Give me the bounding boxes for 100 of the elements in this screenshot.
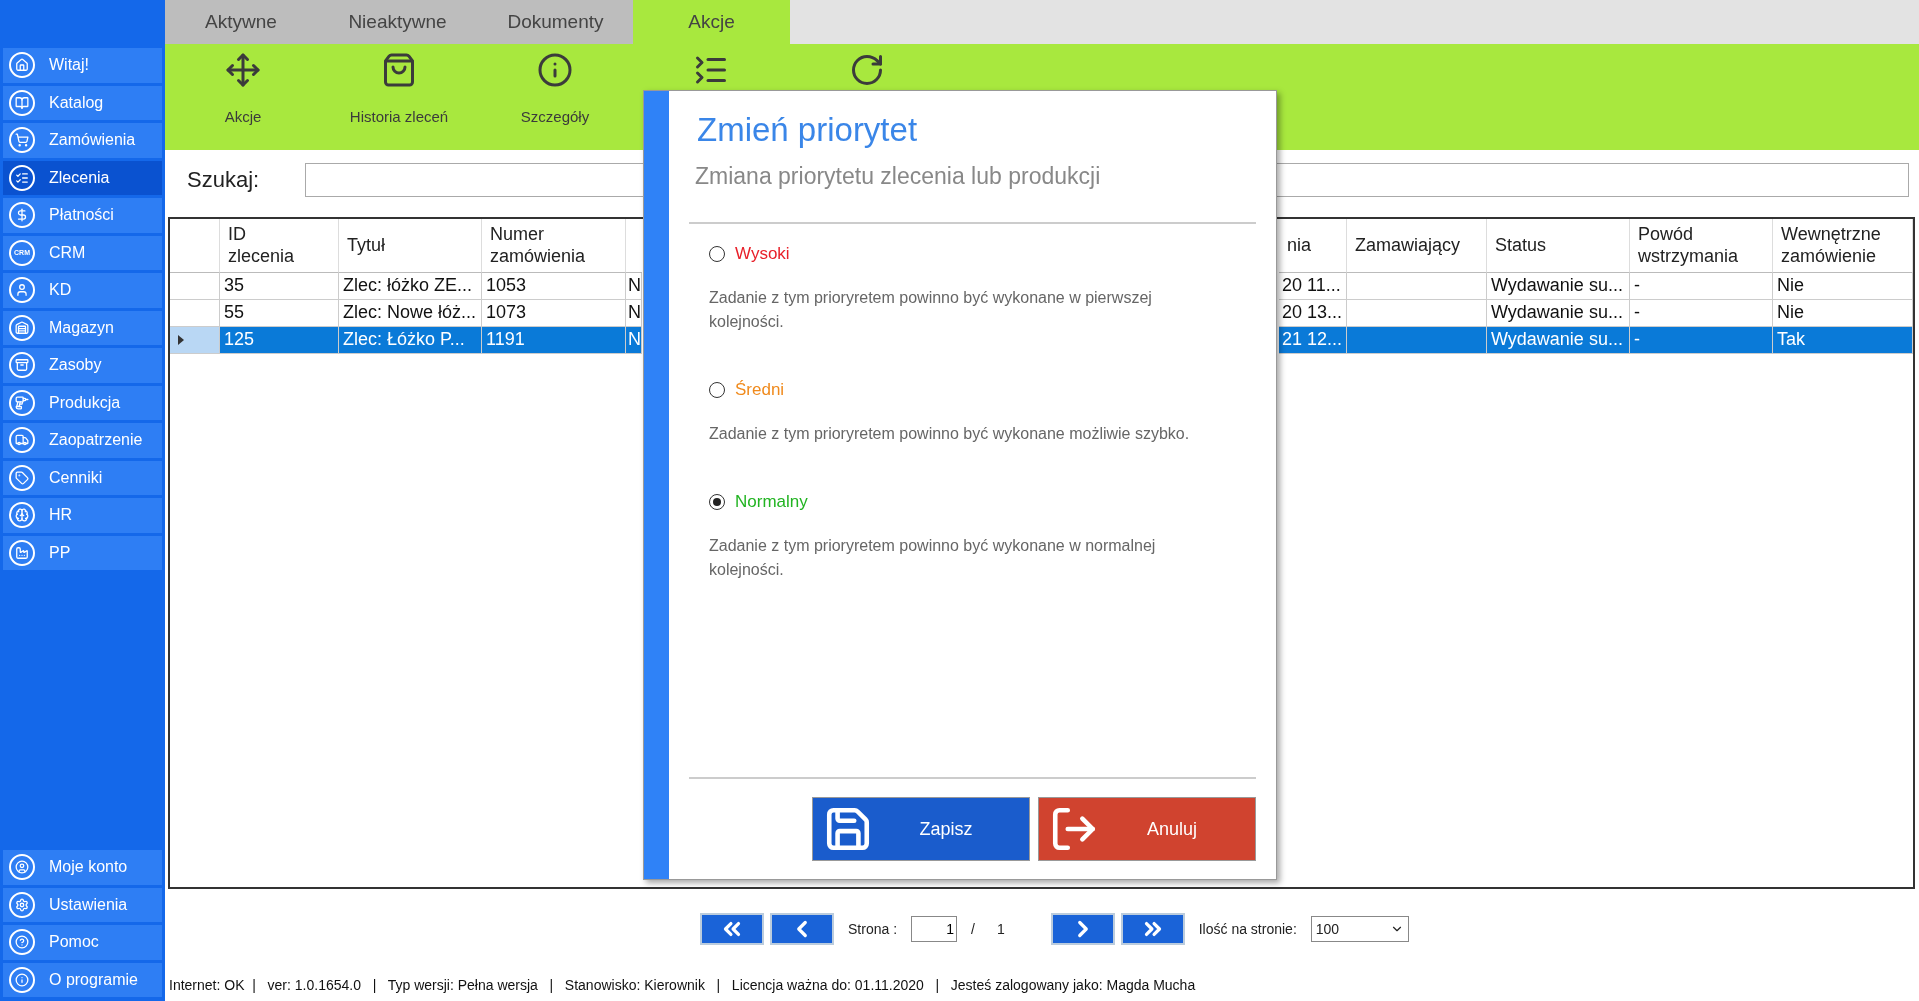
sidebar-item[interactable]: HR xyxy=(3,498,162,533)
per-page-label: Ilość na stronie: xyxy=(1198,921,1297,938)
tag-icon xyxy=(9,464,35,491)
sidebar-item[interactable]: Zamówienia xyxy=(3,123,162,158)
person-icon xyxy=(9,854,35,881)
toolbar-label[interactable]: Akcje xyxy=(224,107,262,125)
home-icon xyxy=(9,52,35,79)
table-cell: Tak xyxy=(1773,326,1913,354)
sidebar-item[interactable]: Moje konto xyxy=(3,850,162,885)
table-cell: N xyxy=(626,272,642,300)
toolbar-label[interactable]: Historia zleceń xyxy=(349,107,449,125)
cart-icon xyxy=(9,127,35,154)
tab[interactable]: Akcje xyxy=(633,0,790,44)
table-cell: Wydawanie su... xyxy=(1487,272,1630,300)
option-label[interactable]: Wysoki xyxy=(735,244,790,264)
table-cell: 35 xyxy=(220,272,339,300)
table-cell: Nie xyxy=(1773,299,1913,327)
sidebar-item[interactable]: Produkcja xyxy=(3,385,162,420)
person-icon xyxy=(9,277,35,304)
column-header: nia xyxy=(1279,218,1347,273)
table-cell: - xyxy=(1630,299,1773,327)
table-cell: 20 11... xyxy=(1279,272,1347,300)
page-total: 1 xyxy=(996,921,1005,938)
table-cell: 1053 xyxy=(482,272,626,300)
page-field[interactable]: 1 xyxy=(911,916,958,943)
table-cell: Zlec: Łóżko P... xyxy=(339,326,482,354)
save-button[interactable]: Zapisz xyxy=(812,797,1030,861)
column-header: Status xyxy=(1487,218,1630,273)
option-description: Zadanie z tym prioryretem powinno być wykonane w normalnej kolejności. xyxy=(709,536,1157,580)
row-header-cell[interactable] xyxy=(170,272,220,300)
column-header: ID zlecenia xyxy=(220,218,339,273)
first-page-button[interactable] xyxy=(700,913,764,946)
sidebar-item[interactable]: O programie xyxy=(3,962,162,997)
arrows-icon[interactable] xyxy=(225,51,261,88)
table-cell: Wydawanie su... xyxy=(1487,326,1630,354)
sidebar-item[interactable]: Pomoc xyxy=(3,925,162,960)
list-icon xyxy=(9,164,35,191)
search-label: Szukaj: xyxy=(187,166,260,193)
table-cell: 1073 xyxy=(482,299,626,327)
table-cell: N xyxy=(626,326,642,354)
sidebar-item[interactable]: Witaj! xyxy=(3,48,162,83)
option-label[interactable]: Normalny xyxy=(735,492,808,512)
sidebar-item[interactable]: Katalog xyxy=(3,85,162,120)
table-cell: Nie xyxy=(1773,272,1913,300)
book-icon xyxy=(9,89,35,116)
settings-icon xyxy=(9,891,35,918)
info-icon[interactable] xyxy=(537,51,573,88)
table-cell: 21 12... xyxy=(1279,326,1347,354)
column-header: Powód wstrzymania xyxy=(1630,218,1773,273)
page-label: Strona : xyxy=(848,921,898,938)
option-description: Zadanie z tym prioryretem powinno być wykonane w pierwszej kolejności. xyxy=(709,288,1153,332)
row-header-cell[interactable] xyxy=(170,299,220,327)
sidebar-item[interactable]: PP xyxy=(3,535,162,570)
info-icon xyxy=(9,966,35,993)
machine-icon xyxy=(9,389,35,416)
table-cell: Zlec: łóżko ZE... xyxy=(339,272,482,300)
dialog-title: Zmień priorytet xyxy=(696,111,919,149)
table-cell: Wydawanie su... xyxy=(1487,299,1630,327)
bag-icon[interactable] xyxy=(381,51,417,88)
option-description: Zadanie z tym prioryretem powinno być wykonane możliwie szybko. xyxy=(709,424,1191,444)
dialog-subtitle: Zmiana priorytetu zlecenia lub produkcji xyxy=(689,163,1256,224)
sidebar-item[interactable]: Płatności xyxy=(3,198,162,233)
table-cell: 55 xyxy=(220,299,339,327)
column-header: Zamawiający xyxy=(1347,218,1487,273)
status-text: Internet: OK | ver: 1.0.1654.0 | Typ wersji: Pełna wersja | Stanowisko: Kierownik | Licencja ważna do: 01.11.2020 | Jesteś zalogowany jako: Magda Mucha xyxy=(168,976,1197,995)
box-icon xyxy=(9,352,35,379)
column-header: Numer zamówienia xyxy=(482,218,626,273)
row-pointer-icon xyxy=(178,334,184,345)
toolbar-label[interactable]: Szczegóły xyxy=(520,107,590,125)
option-label[interactable]: Średni xyxy=(735,380,785,400)
table-cell: 125 xyxy=(220,326,339,354)
column-header: Tytuł xyxy=(339,218,482,273)
per-page-select[interactable]: 100 xyxy=(1310,916,1409,943)
cancel-button[interactable]: Anuluj xyxy=(1038,797,1256,861)
row-header-cell[interactable] xyxy=(170,326,220,354)
sidebar-item[interactable]: KD xyxy=(3,273,162,308)
factory-icon xyxy=(9,539,35,566)
sidebar-item[interactable]: Magazyn xyxy=(3,310,162,345)
table-cell: - xyxy=(1630,272,1773,300)
sidebar-item[interactable]: Zlecenia xyxy=(3,160,162,195)
sidebar-item[interactable]: Ustawienia xyxy=(3,887,162,922)
column-header: Wewnętrzne zamówienie xyxy=(1773,218,1913,273)
sidebar-item[interactable]: Zaopatrzenie xyxy=(3,423,162,458)
dollar-icon xyxy=(9,202,35,229)
head-icon xyxy=(9,502,35,529)
page-separator: / xyxy=(971,921,975,938)
table-cell: 20 13... xyxy=(1279,299,1347,327)
header-cell xyxy=(170,218,220,273)
warehouse-icon xyxy=(9,314,35,341)
sidebar-item[interactable]: Cenniki xyxy=(3,460,162,495)
truck-icon xyxy=(9,427,35,454)
help-icon xyxy=(9,929,35,956)
next-page-button[interactable] xyxy=(1050,913,1115,946)
previous-page-button[interactable] xyxy=(770,913,834,946)
table-cell: 1191 xyxy=(482,326,626,354)
table-cell: - xyxy=(1630,326,1773,354)
table-cell: N xyxy=(626,299,642,327)
table-cell: Zlec: Nowe łóż... xyxy=(339,299,482,327)
sidebar-item[interactable]: Zasoby xyxy=(3,348,162,383)
last-page-button[interactable] xyxy=(1120,913,1185,946)
